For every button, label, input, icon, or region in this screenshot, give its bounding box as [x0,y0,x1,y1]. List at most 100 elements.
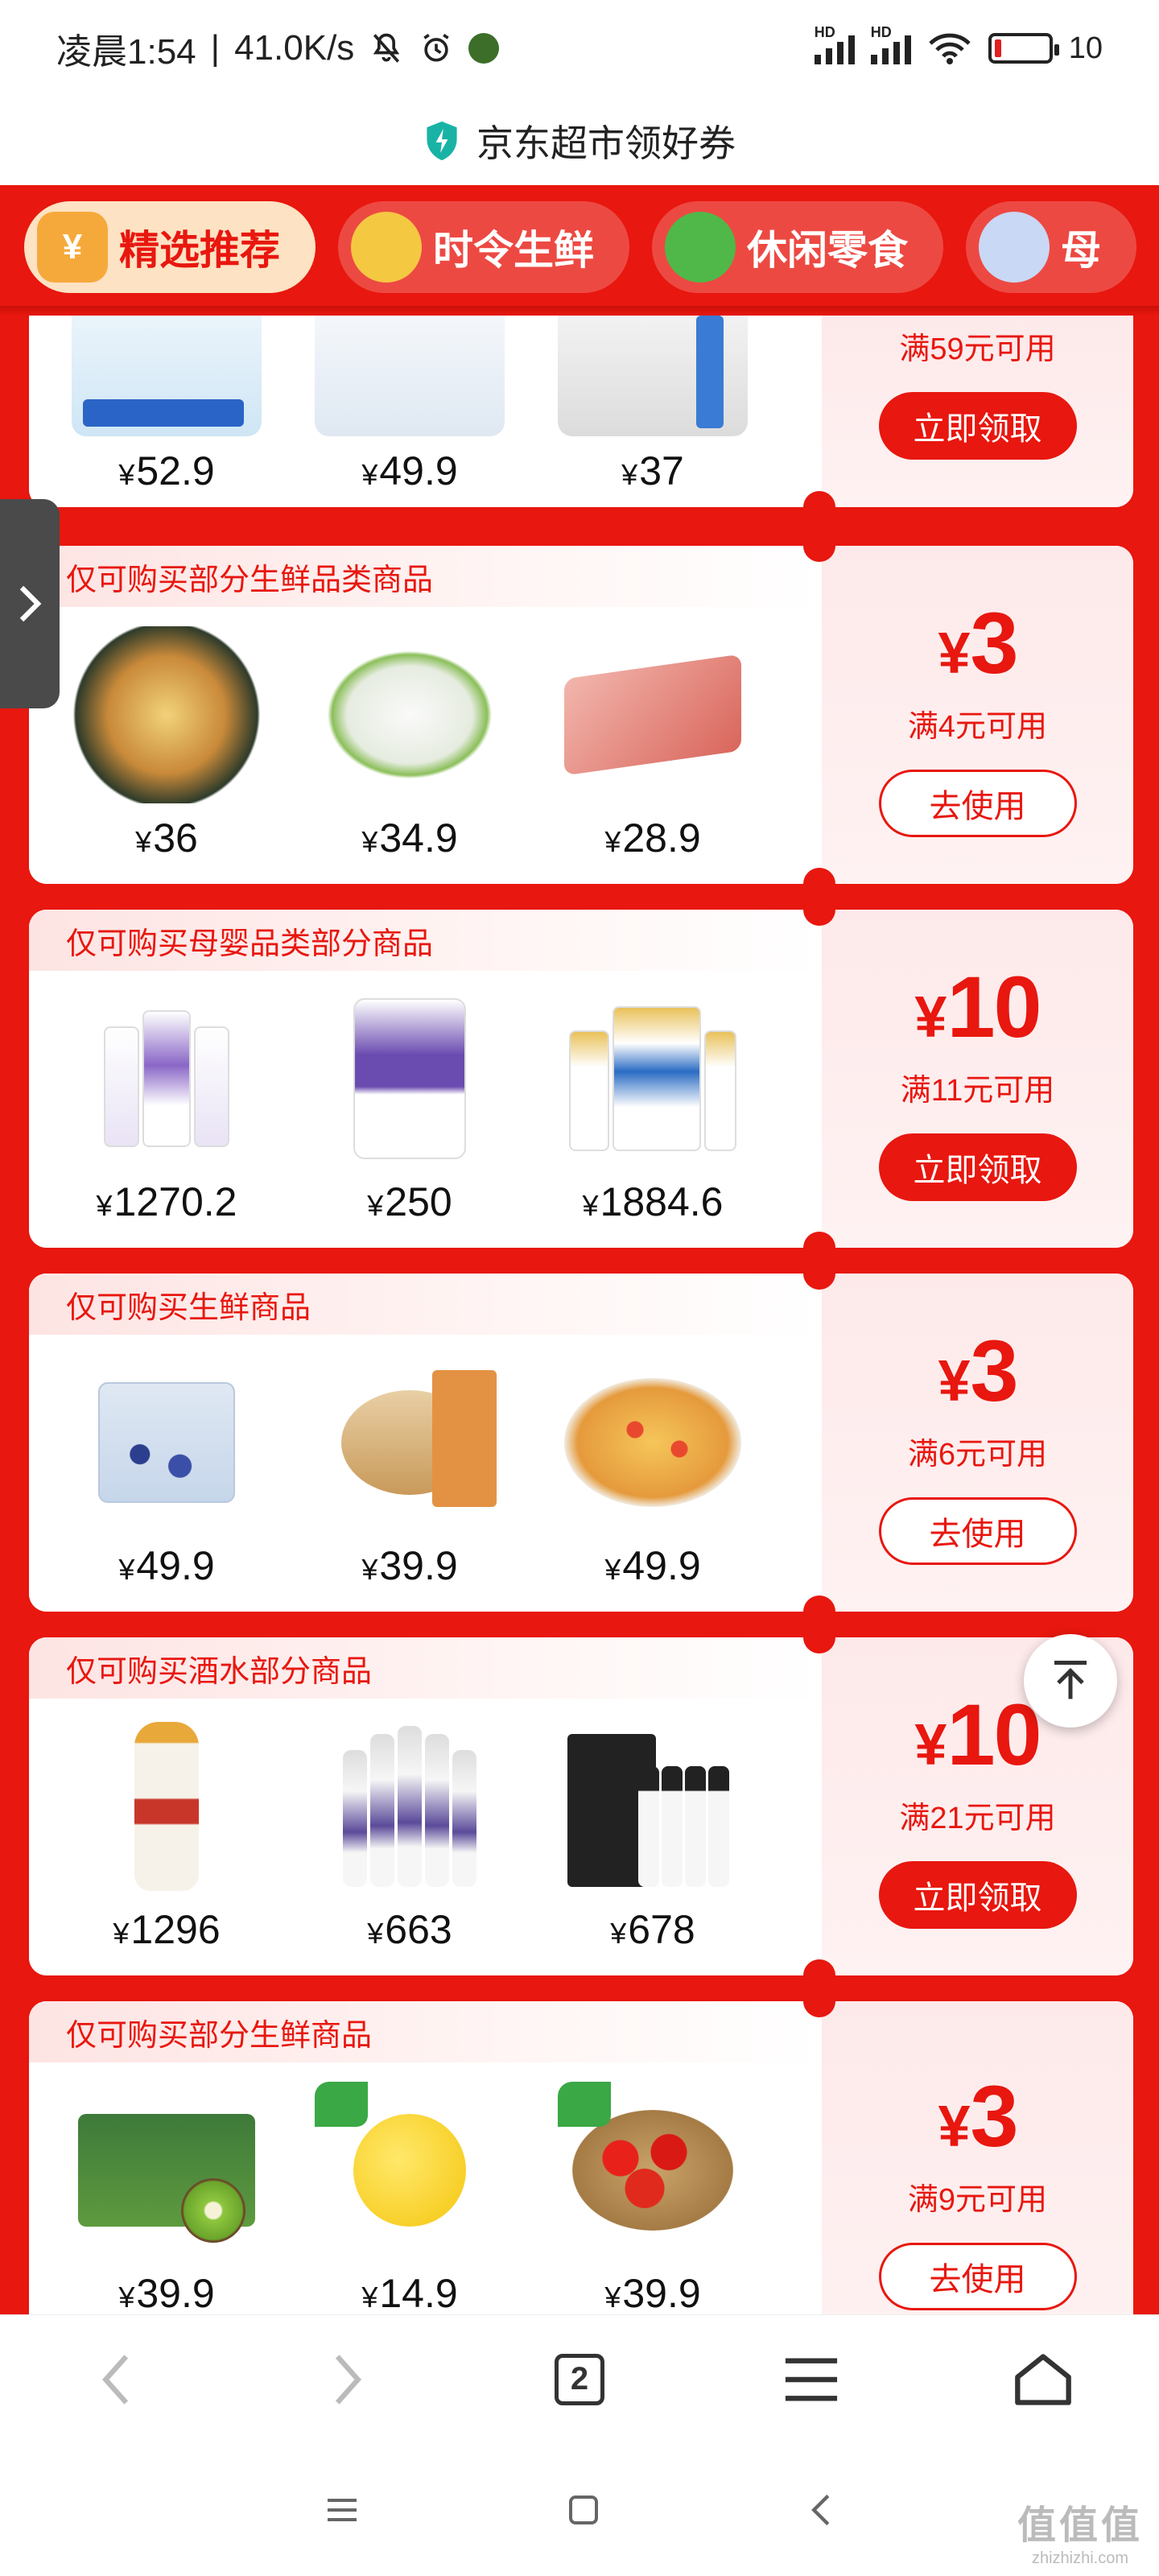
currency-symbol: ¥ [938,621,971,686]
product-item[interactable]: ¥39.9 [552,2082,753,2314]
perforation-dot [803,530,835,562]
price-value: 678 [628,1907,695,1952]
currency-symbol: ¥ [938,1349,971,1414]
serrated-edge [1119,316,1148,507]
watermark-logo: 值值值 [1017,2504,1143,2547]
home-nav-icon[interactable] [567,2494,600,2526]
tab-label: 母 [1061,228,1101,273]
product-price: ¥39.9 [361,1542,457,1589]
back-to-top-button[interactable] [1024,1634,1117,1728]
signal-icon: HD [870,24,911,64]
product-image [315,2082,505,2259]
coupon-condition: 满9元可用 [907,2183,1048,2217]
tab-fresh[interactable]: 时令生鲜 [338,201,629,293]
product-image [315,1354,505,1531]
product-item[interactable]: ¥36 [66,626,267,861]
baby-bottle-icon [979,212,1050,283]
product-price: ¥49.9 [361,448,457,494]
product-item[interactable]: ¥1884.6 [552,990,753,1225]
coupon-page[interactable]: ¥ 精选推荐 时令生鲜 休闲零食 母 ¥52.9 ¥49.9 ¥37 满59元可… [0,185,1159,2314]
menu-button[interactable] [763,2331,860,2428]
price-value: 1884.6 [600,1179,724,1224]
coupon-restriction: 仅可购买酒水部分商品 [29,1637,822,1699]
side-drawer-handle[interactable] [0,499,60,708]
product-item[interactable]: ¥1296 [66,1718,267,1953]
recent-apps-icon[interactable] [326,2496,358,2524]
product-image [558,1718,748,1895]
wifi-icon [929,33,971,64]
status-left: 凌晨1:54 | 41.0K/s [56,23,500,74]
coupon-products: 仅可购买部分生鲜品类商品 ¥36 ¥34.9 ¥28.9 [29,546,822,884]
product-list: ¥49.9 ¥39.9 ¥49.9 [66,1354,753,1589]
forward-button[interactable] [299,2331,396,2428]
tab-featured[interactable]: ¥ 精选推荐 [24,201,316,293]
price-value: 37 [639,448,684,493]
product-list: ¥1270.2 ¥250 ¥1884.6 [66,990,753,1225]
title-bar: 京东超市领好券 [0,97,1159,185]
product-image [315,990,505,1167]
product-price: ¥39.9 [118,2270,214,2314]
price-value: 52.9 [136,448,215,493]
tabs-button[interactable]: 2 [531,2331,628,2428]
claim-button[interactable]: 立即领取 [878,392,1077,460]
currency-symbol: ¥ [113,1917,130,1950]
product-price: ¥663 [367,1906,452,1953]
product-item[interactable]: ¥52.9 [66,316,267,494]
coupon-restriction: 仅可购买部分生鲜商品 [29,2001,822,2062]
product-item[interactable]: ¥250 [309,990,510,1225]
product-item[interactable]: ¥49.9 [66,1354,267,1589]
chevron-right-icon [19,585,42,622]
product-item[interactable]: ¥37 [552,316,753,494]
claim-button[interactable]: 立即领取 [878,1861,1077,1929]
product-image [72,626,262,803]
product-price: ¥52.9 [118,448,214,494]
coupon-amount: ¥10 [914,1684,1041,1785]
home-button[interactable] [995,2331,1091,2428]
currency-symbol: ¥ [361,2281,378,2314]
battery-level: 10 [1068,31,1103,65]
product-image [558,990,748,1167]
product-price: ¥1884.6 [583,1179,724,1225]
amount-value: 3 [970,594,1018,691]
product-item[interactable]: ¥1270.2 [66,990,267,1225]
coupon-card: 仅可购买母婴品类部分商品 ¥1270.2 ¥250 ¥1884.6 ¥ 10 满… [29,910,1133,1248]
back-button[interactable] [68,2331,164,2428]
coupon-card: 仅可购买部分生鲜品类商品 ¥36 ¥34.9 ¥28.9 ¥ 3 满4元可用 去… [29,546,1133,884]
product-item[interactable]: ¥39.9 [309,1354,510,1589]
product-item[interactable]: ¥34.9 [309,626,510,861]
product-price: ¥678 [610,1906,695,1953]
use-button[interactable]: 去使用 [878,1497,1077,1565]
use-button[interactable]: 去使用 [878,2243,1077,2310]
product-price: ¥34.9 [361,815,457,861]
product-item[interactable]: ¥678 [552,1718,753,1953]
tab-baby[interactable]: 母 [966,201,1136,293]
product-price: ¥36 [135,815,198,861]
price-value: 663 [385,1907,452,1952]
tab-snacks[interactable]: 休闲零食 [652,201,943,293]
coupon-condition: 满4元可用 [907,710,1048,744]
product-image [72,1718,262,1895]
chevron-left-icon [102,2354,129,2405]
product-item[interactable]: ¥14.9 [309,2082,510,2314]
product-item[interactable]: ¥39.9 [66,2082,267,2314]
coupon-card: 仅可购买部分生鲜商品 ¥39.9 ¥14.9 ¥39.9 ¥ 3 满9元可用 去… [29,2001,1133,2314]
amount-value: 3 [970,2067,1018,2165]
coupon-card: ¥52.9 ¥49.9 ¥37 满59元可用 立即领取 [29,316,1133,507]
coupon-amount: ¥3 [938,1320,1018,1421]
product-item[interactable]: ¥663 [309,1718,510,1953]
product-item[interactable]: ¥49.9 [309,316,510,494]
back-nav-icon[interactable] [809,2492,833,2528]
claim-button[interactable]: 立即领取 [878,1133,1077,1201]
product-image [72,2082,262,2259]
price-value: 39.9 [379,1543,458,1588]
coupon-amount: ¥3 [938,592,1018,693]
use-button[interactable]: 去使用 [878,770,1077,837]
battery-icon [988,33,1059,64]
price-value: 49.9 [136,1543,215,1588]
currency-symbol: ¥ [118,1553,135,1586]
coupon-amount: ¥3 [938,2066,1018,2166]
perforation-dot [803,1621,835,1653]
product-item[interactable]: ¥28.9 [552,626,753,861]
currency-symbol: ¥ [610,1917,627,1950]
product-item[interactable]: ¥49.9 [552,1354,753,1589]
